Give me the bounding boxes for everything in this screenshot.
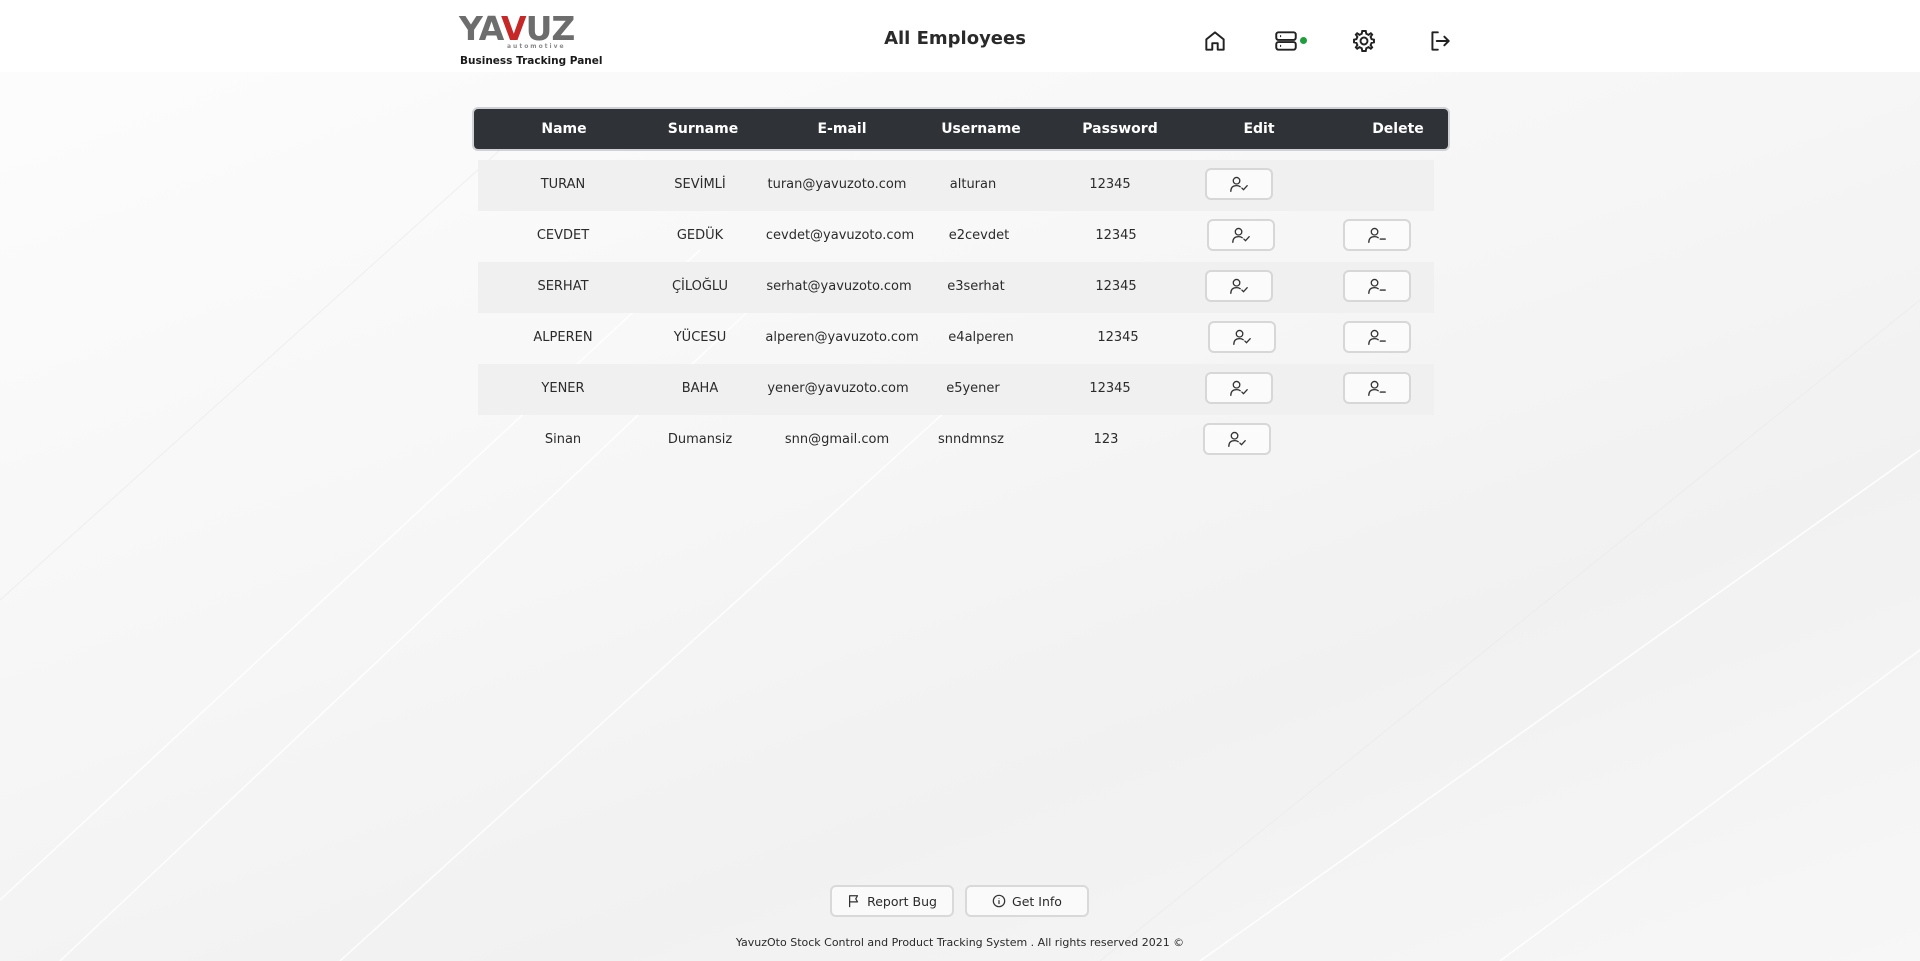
table-header: Name Surname E-mail Username Password Ed… [472, 107, 1450, 151]
table-row: YENER BAHA yener@yavuzoto.com e5yener 12… [478, 364, 1434, 415]
table-row: CEVDET GEDÜK cevdet@yavuzoto.com e2cevde… [478, 211, 1434, 262]
logo-subtitle: automotive [507, 43, 566, 50]
employees-table: Name Surname E-mail Username Password Ed… [472, 107, 1450, 455]
get-info-label: Get Info [1012, 893, 1062, 909]
delete-user-button[interactable] [1343, 372, 1411, 404]
edit-user-button[interactable] [1205, 168, 1273, 200]
app-header: YAVUZ automotive Business Tracking Panel… [0, 0, 1920, 72]
report-bug-label: Report Bug [867, 893, 937, 909]
delete-user-button[interactable] [1343, 219, 1411, 251]
edit-user-button[interactable] [1208, 321, 1276, 353]
edit-user-button[interactable] [1205, 270, 1273, 302]
column-header-surname: Surname [667, 121, 739, 137]
flag-icon [849, 895, 859, 908]
column-header-password: Password [1082, 121, 1158, 137]
cell-password: 12345 [1089, 177, 1131, 192]
home-icon[interactable] [1202, 28, 1228, 54]
cell-password: 123 [1093, 432, 1119, 447]
column-header-edit: Edit [1243, 121, 1275, 137]
table-row: Sinan Dumansiz snn@gmail.com snndmnsz 12… [478, 415, 1434, 466]
server-status-dot [1300, 37, 1307, 44]
column-header-name: Name [541, 121, 587, 137]
column-header-username: Username [941, 121, 1021, 137]
info-icon [992, 894, 1006, 908]
page-title: All Employees [884, 28, 1026, 49]
table-row: SERHAT ÇİLOĞLU serhat@yavuzoto.com e3ser… [478, 262, 1434, 313]
logo-tagline: Business Tracking Panel [460, 55, 603, 67]
brand-logo[interactable]: YAVUZ automotive Business Tracking Panel [459, 9, 603, 72]
logout-icon[interactable] [1427, 28, 1453, 54]
column-header-delete: Delete [1372, 121, 1424, 137]
table-row: TURAN SEVİMLİ turan@yavuzoto.com alturan… [478, 160, 1434, 211]
cell-password: 12345 [1089, 381, 1131, 396]
delete-user-button[interactable] [1343, 321, 1411, 353]
column-header-email: E-mail [817, 121, 867, 137]
logo-wordmark: YAVUZ [459, 9, 575, 48]
edit-user-button[interactable] [1205, 372, 1273, 404]
server-icon[interactable] [1273, 28, 1299, 54]
report-bug-button[interactable]: Report Bug [830, 885, 954, 917]
get-info-button[interactable]: Get Info [965, 885, 1089, 917]
cell-password: 12345 [1095, 279, 1137, 294]
copyright-text: YavuzOto Stock Control and Product Track… [735, 936, 1185, 949]
settings-icon[interactable] [1351, 28, 1377, 54]
table-row: ALPEREN YÜCESU alperen@yavuzoto.com e4al… [478, 313, 1434, 364]
cell-password: 12345 [1095, 228, 1137, 243]
edit-user-button[interactable] [1203, 423, 1271, 455]
edit-user-button[interactable] [1207, 219, 1275, 251]
cell-password: 12345 [1097, 330, 1139, 345]
delete-user-button[interactable] [1343, 270, 1411, 302]
